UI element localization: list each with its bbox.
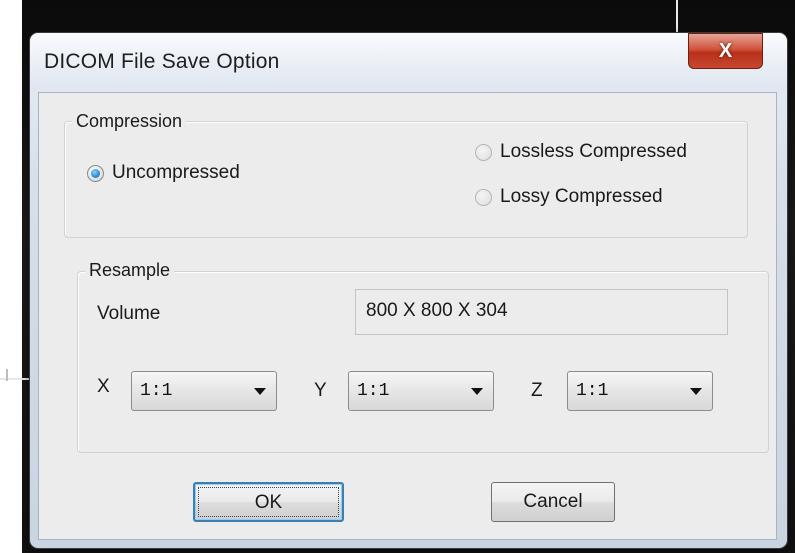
radio-uncompressed[interactable]: Uncompressed bbox=[87, 162, 240, 184]
dicom-save-dialog: DICOM File Save Option X Compression Unc… bbox=[30, 33, 787, 548]
dialog-body: Compression Uncompressed Lossless Compre… bbox=[38, 92, 777, 540]
dropdown-arrow-icon bbox=[690, 388, 702, 395]
radio-lossless-label: Lossless Compressed bbox=[500, 141, 687, 162]
y-ratio-value: 1:1 bbox=[357, 381, 390, 401]
close-button[interactable]: X bbox=[688, 33, 763, 69]
z-label: Z bbox=[531, 380, 543, 401]
dropdown-arrow-icon bbox=[471, 388, 483, 395]
radio-uncompressed-label: Uncompressed bbox=[112, 162, 240, 183]
y-ratio-select[interactable]: 1:1 bbox=[348, 371, 494, 411]
compression-group-label: Compression bbox=[72, 111, 187, 132]
background-tick bbox=[6, 369, 8, 381]
radio-lossy-label: Lossy Compressed bbox=[500, 186, 663, 207]
x-ratio-value: 1:1 bbox=[140, 381, 173, 401]
radio-lossy-compressed[interactable]: Lossy Compressed bbox=[475, 186, 663, 208]
radio-lossless-compressed[interactable]: Lossless Compressed bbox=[475, 141, 687, 163]
background-window-edge bbox=[0, 0, 22, 553]
cancel-button-label: Cancel bbox=[523, 491, 583, 512]
x-ratio-select[interactable]: 1:1 bbox=[131, 371, 277, 411]
background-divider-vertical bbox=[676, 0, 678, 34]
y-label: Y bbox=[314, 380, 327, 401]
resample-group-label: Resample bbox=[85, 260, 175, 281]
z-ratio-value: 1:1 bbox=[576, 381, 609, 401]
dialog-title: DICOM File Save Option bbox=[44, 50, 280, 73]
radio-unchecked-icon bbox=[475, 188, 492, 206]
ok-button[interactable]: OK bbox=[193, 482, 344, 522]
x-label: X bbox=[97, 376, 110, 397]
z-ratio-select[interactable]: 1:1 bbox=[567, 371, 713, 411]
cancel-button[interactable]: Cancel bbox=[491, 482, 615, 522]
focus-rectangle bbox=[198, 487, 339, 517]
volume-field: 800 X 800 X 304 bbox=[355, 289, 728, 335]
radio-checked-icon bbox=[87, 164, 104, 182]
volume-label: Volume bbox=[97, 303, 161, 324]
radio-unchecked-icon bbox=[475, 143, 492, 161]
dropdown-arrow-icon bbox=[254, 388, 266, 395]
close-icon: X bbox=[718, 39, 733, 62]
